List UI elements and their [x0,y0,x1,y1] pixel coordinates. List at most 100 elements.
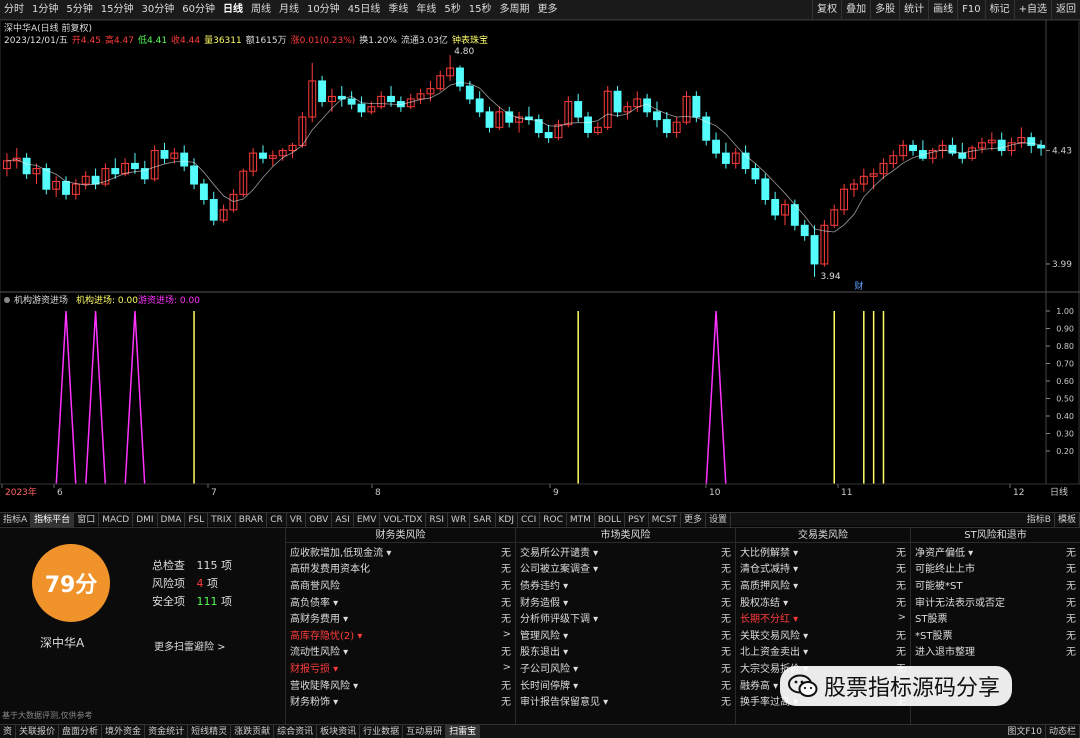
tab-15[interactable]: RSI [426,512,449,527]
bottom-nav-9[interactable]: 互动易研 [403,724,447,738]
period-13[interactable]: 5秒 [440,0,464,20]
risk-row[interactable]: 公司被立案调查 ▾ 无 [516,560,735,577]
tab-10[interactable]: VR [287,512,307,527]
risk-row[interactable]: 关联交易风险 ▾ 无 [736,626,910,643]
bottom-nav-left[interactable]: 资 [0,724,17,738]
tab-14[interactable]: VOL-TDX [380,512,427,527]
bottom-nav-1[interactable]: 盘面分析 [59,724,103,738]
tab-17[interactable]: SAR [470,512,496,527]
tool-button-0[interactable]: 复权 [812,0,841,20]
tab-22[interactable]: BOLL [595,512,626,527]
period-9[interactable]: 10分钟 [303,0,344,20]
period-14[interactable]: 15秒 [465,0,496,20]
tab-right-0[interactable]: 指标B [1024,512,1055,527]
risk-row[interactable]: 清仓式减持 ▾ 无 [736,560,910,577]
tab-7[interactable]: TRIX [208,512,236,527]
quote-sector[interactable]: 钟表珠宝 [452,33,488,46]
tab-9[interactable]: CR [267,512,287,527]
risk-row[interactable]: 北上资金卖出 ▾ 无 [736,643,910,660]
risk-row[interactable]: 分析师评级下调 ▾ 无 [516,609,735,626]
tab-16[interactable]: WR [448,512,471,527]
period-12[interactable]: 年线 [412,0,440,20]
risk-row[interactable]: 长期不分红 ▾ > [736,609,910,626]
tab-6[interactable]: FSL [185,512,209,527]
risk-row[interactable]: 股东退出 ▾ 无 [516,643,735,660]
bottom-nav-8[interactable]: 行业数据 [360,724,404,738]
period-1[interactable]: 1分钟 [28,0,62,20]
risk-row[interactable]: 财务造假 ▾ 无 [516,593,735,610]
risk-row[interactable]: 高研发费用资本化 无 [286,560,515,577]
risk-row[interactable]: 大比例解禁 ▾ 无 [736,543,910,560]
tab-4[interactable]: DMI [133,512,158,527]
period-5[interactable]: 60分钟 [178,0,219,20]
risk-row[interactable]: 可能被*ST 无 [911,576,1080,593]
bottom-nav-0[interactable]: 关联报价 [16,724,60,738]
bottom-nav-2[interactable]: 境外资金 [102,724,146,738]
tab-19[interactable]: CCI [518,512,541,527]
tab-23[interactable]: PSY [625,512,649,527]
risk-row[interactable]: 财报亏损 ▾ > [286,659,515,676]
risk-row[interactable]: 长时间停牌 ▾ 无 [516,676,735,693]
risk-row[interactable]: 管理风险 ▾ 无 [516,626,735,643]
period-0[interactable]: 分时 [0,0,28,20]
risk-row[interactable]: 债券违约 ▾ 无 [516,576,735,593]
tab-21[interactable]: MTM [567,512,595,527]
tab-18[interactable]: KDJ [496,512,518,527]
tool-button-6[interactable]: 标记 [984,0,1014,20]
period-6[interactable]: 日线 [219,0,247,20]
risk-row[interactable]: 高财务费用 ▾ 无 [286,609,515,626]
risk-row[interactable]: 财务粉饰 ▾ 无 [286,692,515,709]
tab-11[interactable]: OBV [306,512,333,527]
risk-row[interactable]: 进入退市整理 无 [911,643,1080,660]
bottom-right-0[interactable]: 图文F10 [1004,724,1046,738]
risk-row[interactable]: 高质押风险 ▾ 无 [736,576,910,593]
tool-button-4[interactable]: 画线 [928,0,957,20]
risk-row[interactable]: *ST股票 无 [911,626,1080,643]
bottom-nav-10[interactable]: 扫雷宝 [446,724,481,738]
risk-row[interactable]: 流动性风险 ▾ 无 [286,643,515,660]
bottom-nav-5[interactable]: 涨跌贡献 [231,724,275,738]
period-2[interactable]: 5分钟 [62,0,96,20]
tool-button-3[interactable]: 统计 [899,0,928,20]
risk-row[interactable]: 高商誉风险 无 [286,576,515,593]
risk-row[interactable]: 审计无法表示或否定 无 [911,593,1080,610]
bottom-nav-6[interactable]: 综合资讯 [274,724,318,738]
risk-row[interactable]: 子公司风险 ▾ 无 [516,659,735,676]
bottom-nav-3[interactable]: 资金统计 [145,724,189,738]
risk-row[interactable]: 营收陡降风险 ▾ 无 [286,676,515,693]
risk-row[interactable]: 审计报告保留意见 ▾ 无 [516,692,735,709]
period-10[interactable]: 45日线 [344,0,385,20]
risk-row[interactable]: 净资产偏低 ▾ 无 [911,543,1080,560]
period-15[interactable]: 多周期 [496,0,534,20]
tab-26[interactable]: 设置 [706,512,731,527]
tab-1[interactable]: 指标平台 [31,512,75,527]
indicator-settings-icon[interactable] [4,297,10,303]
tool-button-5[interactable]: F10 [957,0,984,20]
period-4[interactable]: 30分钟 [137,0,178,20]
risk-row[interactable]: 股权冻结 ▾ 无 [736,593,910,610]
tab-20[interactable]: ROC [540,512,567,527]
period-7[interactable]: 周线 [247,0,275,20]
tab-0[interactable]: 指标A [0,512,32,527]
more-scan-link[interactable]: 更多扫雷避险 > [154,638,226,653]
risk-row[interactable]: 可能终止上市 无 [911,560,1080,577]
tab-8[interactable]: BRAR [236,512,268,527]
bottom-nav-4[interactable]: 短线精灵 [188,724,232,738]
period-8[interactable]: 月线 [275,0,303,20]
period-11[interactable]: 季线 [384,0,412,20]
tab-right-1[interactable]: 模板 [1055,512,1080,527]
tool-button-8[interactable]: 返回 [1051,0,1080,20]
tab-24[interactable]: MCST [649,512,681,527]
period-16[interactable]: 更多 [534,0,562,20]
tab-25[interactable]: 更多 [681,512,706,527]
tab-2[interactable]: 窗口 [74,512,100,527]
tab-5[interactable]: DMA [158,512,186,527]
risk-row[interactable]: 应收款增加,低现金流 ▾ 无 [286,543,515,560]
bottom-right-1[interactable]: 动态栏 [1046,724,1080,738]
tab-12[interactable]: ASI [332,512,354,527]
risk-row[interactable]: 高负债率 ▾ 无 [286,593,515,610]
bottom-nav-7[interactable]: 板块资讯 [317,724,361,738]
tool-button-1[interactable]: 叠加 [841,0,870,20]
tab-3[interactable]: MACD [99,512,134,527]
tool-button-2[interactable]: 多股 [870,0,899,20]
